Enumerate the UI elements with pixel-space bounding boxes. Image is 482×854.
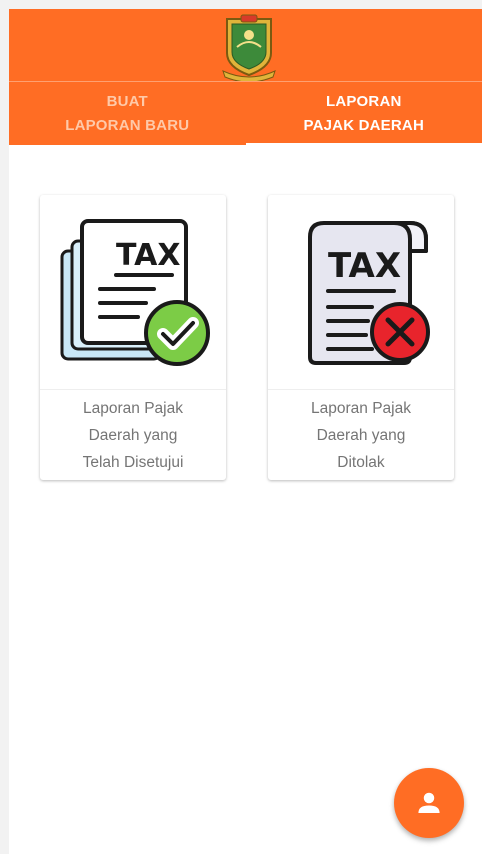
card-approved-reports[interactable]: TAX Laporan Pajak Daerah yang Telah Dise…	[40, 195, 226, 480]
card-label-line: Telah Disetujui	[82, 454, 184, 471]
card-label: Laporan Pajak Daerah yang Ditolak	[268, 395, 454, 476]
tab-buat-laporan-baru[interactable]: BUAT LAPORAN BARU	[9, 82, 246, 146]
card-label-line: Laporan Pajak	[311, 400, 411, 417]
app-screen: BUAT LAPORAN BARU LAPORAN PAJAK DAERAH T…	[9, 9, 482, 854]
tab-label-line1: BUAT	[106, 93, 148, 110]
card-media: TAX	[268, 195, 454, 390]
tab-bar: BUAT LAPORAN BARU LAPORAN PAJAK DAERAH	[9, 81, 482, 146]
card-label-line: Daerah yang	[316, 427, 406, 444]
card-label-line: Laporan Pajak	[83, 400, 183, 417]
tab-label-line2: PAJAK DAERAH	[303, 117, 424, 134]
person-icon	[418, 792, 440, 813]
card-label-line: Ditolak	[337, 454, 385, 471]
card-rejected-reports[interactable]: TAX Laporan Pajak Daerah yang Ditolak	[268, 195, 454, 480]
card-label: Laporan Pajak Daerah yang Telah Disetuju…	[40, 395, 226, 476]
app-bar: BUAT LAPORAN BARU LAPORAN PAJAK DAERAH	[9, 9, 482, 146]
tab-label-line2: LAPORAN BARU	[65, 117, 190, 134]
icon-tax-text: TAX	[328, 246, 401, 286]
tab-laporan-pajak-daerah[interactable]: LAPORAN PAJAK DAERAH	[245, 82, 482, 146]
regional-emblem-icon	[219, 13, 279, 83]
profile-fab-button[interactable]	[394, 768, 464, 838]
icon-tax-text: TAX	[116, 238, 180, 273]
card-label-line: Daerah yang	[88, 427, 178, 444]
tax-document-approved-icon: TAX	[60, 219, 210, 366]
tab-label-line1: LAPORAN	[325, 93, 402, 110]
tax-document-rejected-icon: TAX	[308, 221, 430, 365]
card-media: TAX	[40, 195, 226, 390]
